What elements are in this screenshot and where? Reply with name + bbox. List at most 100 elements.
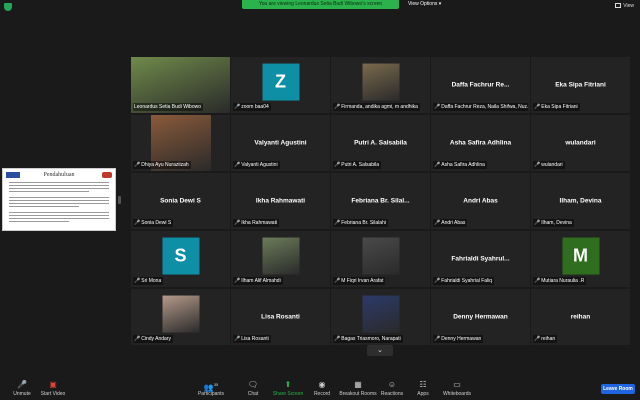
participant-display-name: Asha Safira Adhlina — [449, 139, 512, 147]
participant-name-label: 🎤Bagas Triasmoro, Narapati — [333, 335, 403, 343]
participant-name-label: 🎤Ilham Alif Almahdi — [233, 277, 283, 285]
mic-off-icon: 🎤 — [434, 162, 441, 168]
participant-name-label: 🎤Cindy Andary — [133, 335, 173, 343]
meeting-toolbar: 🎤 Unmute ▣ Start Video 👥35 Participants … — [0, 378, 640, 400]
participant-name-label: 🎤Putri A. Salsabila — [333, 161, 382, 169]
participant-tile[interactable]: Sonia Dewi S 🎤Sonia Dewi S — [131, 173, 230, 229]
participant-tile[interactable]: 🎤Firmanda, andika agmi, m andhika — [331, 57, 430, 113]
mic-off-icon: 🎤 — [534, 162, 541, 168]
participant-tile[interactable]: Ilham, Devina 🎤Ilham, Devina — [531, 173, 630, 229]
participant-label-text: Asha Safira Adhlina — [441, 162, 485, 168]
shared-screen-thumbnail[interactable]: Pendahuluan — [2, 168, 116, 231]
participant-name-label: 🎤Eka Sipa Fitriani — [533, 103, 580, 111]
whiteboards-button[interactable]: ▭ Whiteboards — [435, 380, 479, 398]
participant-name-label: 🎤Valyanti Agustini — [233, 161, 280, 169]
participant-label-text: M Fiqri Irvan Arafat — [341, 278, 384, 284]
mic-off-icon: 🎤 — [234, 162, 241, 168]
participant-label-text: Dhiya Ayu Nuraziizah — [141, 162, 189, 168]
slide-text-block — [9, 182, 109, 224]
view-button[interactable]: View — [615, 2, 634, 11]
participant-photo — [362, 237, 399, 275]
start-video-button[interactable]: ▣ Start Video — [31, 380, 75, 398]
participant-name-label: 🎤Firmanda, andika agmi, m andhika — [333, 103, 420, 111]
participant-tile[interactable]: Fahrialdi Syahrul... 🎤Fahrialdi Syahrial … — [431, 231, 530, 287]
participant-name-label: 🎤Fahrialdi Syahrial Faliq — [433, 277, 495, 285]
participant-photo — [362, 295, 399, 333]
participant-display-name: Ikha Rahmawati — [255, 197, 306, 205]
participant-label-text: Eka Sipa Fitriani — [541, 104, 578, 110]
participant-label-text: Fahrialdi Syahrial Faliq — [441, 278, 493, 284]
participant-tile[interactable]: Z 🎤zoom baa04 — [231, 57, 330, 113]
participant-label-text: Denny Hermawan — [441, 336, 482, 342]
leave-room-button[interactable]: Leave Room — [601, 384, 635, 394]
participant-label-text: Daffa Fachrur Reza, Naila Shifwa, Nuz... — [441, 104, 528, 110]
panel-resize-handle[interactable] — [118, 196, 121, 204]
participant-tile[interactable]: 🎤Dhiya Ayu Nuraziizah — [131, 115, 230, 171]
participant-name-label: 🎤Lisa Rosanti — [233, 335, 271, 343]
mic-off-icon: 🎤 — [134, 336, 141, 342]
participant-name-label: 🎤Sonia Dewi S — [133, 219, 174, 227]
participant-tile[interactable]: M 🎤Mutiara Nuraulia .R — [531, 231, 630, 287]
participant-tile[interactable]: Denny Hermawan 🎤Denny Hermawan — [431, 289, 530, 345]
participant-display-name: Daffa Fachrur Re... — [451, 81, 510, 89]
participant-tile[interactable]: 🎤M Fiqri Irvan Arafat — [331, 231, 430, 287]
participant-tile[interactable]: Leonardus Setia Budi Wibowo — [131, 57, 230, 113]
view-options-button[interactable]: View Options ▾ — [408, 0, 441, 9]
participant-name-label: 🎤Ilham, Devina — [533, 219, 574, 227]
shield-icon[interactable] — [4, 3, 12, 11]
participant-tile[interactable]: 🎤Cindy Andary — [131, 289, 230, 345]
participant-display-name: Eka Sipa Fitriani — [555, 81, 606, 89]
participant-label-text: Valyanti Agustini — [241, 162, 278, 168]
participant-name-label: 🎤wulandari — [533, 161, 565, 169]
mic-off-icon: 🎤 — [334, 220, 341, 226]
participant-tile[interactable]: Asha Safira Adhlina 🎤Asha Safira Adhlina — [431, 115, 530, 171]
participant-name-label: 🎤M Fiqri Irvan Arafat — [333, 277, 386, 285]
participants-button[interactable]: 👥35 Participants — [189, 380, 233, 398]
avatar: M — [562, 237, 599, 275]
participant-name-label: 🎤Mutiara Nuraulia .R — [533, 277, 587, 285]
mic-off-icon: 🎤 — [434, 220, 441, 226]
participant-label-text: Mutiara Nuraulia .R — [541, 278, 585, 284]
people-icon: 👥35 — [203, 382, 219, 392]
whiteboard-icon: ▭ — [453, 380, 461, 389]
participant-tile[interactable]: wulandari 🎤wulandari — [531, 115, 630, 171]
avatar: Z — [262, 63, 299, 101]
participant-tile[interactable]: Febriana Br. Silal... 🎤Febriana Br. Silal… — [331, 173, 430, 229]
mic-off-icon: 🎤 — [534, 336, 541, 342]
participant-display-name: Denny Hermawan — [453, 313, 508, 321]
mic-off-icon: 🎤 — [134, 162, 141, 168]
participant-display-name: Putri A. Salsabila — [354, 139, 407, 147]
participant-name-label: 🎤zoom baa04 — [233, 103, 271, 111]
participant-tile[interactable]: reihan 🎤reihan — [531, 289, 630, 345]
participant-name-label: 🎤Sri Mona — [133, 277, 164, 285]
participant-tile[interactable]: S 🎤Sri Mona — [131, 231, 230, 287]
participant-label-text: zoom baa04 — [241, 104, 269, 110]
participant-name-label: 🎤Febriana Br. Silalahi — [333, 219, 388, 227]
participant-name-label: 🎤Dhiya Ayu Nuraziizah — [133, 161, 191, 169]
participant-tile[interactable]: Putri A. Salsabila 🎤Putri A. Salsabila — [331, 115, 430, 171]
mic-off-icon: 🎤 — [534, 220, 541, 226]
chevron-down-icon[interactable]: ⌄ — [367, 345, 393, 356]
participant-name-label: Leonardus Setia Budi Wibowo — [133, 103, 203, 111]
participant-tile[interactable]: Ikha Rahmawati 🎤Ikha Rahmawati — [231, 173, 330, 229]
mic-off-icon: 🎤 — [534, 104, 541, 110]
participant-tile[interactable]: 🎤Bagas Triasmoro, Narapati — [331, 289, 430, 345]
mic-off-icon: 🎤 — [334, 336, 341, 342]
participant-label-text: Febriana Br. Silalahi — [341, 220, 386, 226]
participant-tile[interactable]: Valyanti Agustini 🎤Valyanti Agustini — [231, 115, 330, 171]
mic-off-icon: 🎤 — [434, 104, 441, 110]
participant-tile[interactable]: Andri Abas 🎤Andri Abas — [431, 173, 530, 229]
participant-label-text: Putri A. Salsabila — [341, 162, 380, 168]
mic-off-icon: 🎤 — [334, 104, 341, 110]
mic-off-icon: 🎤 — [234, 278, 241, 284]
participant-display-name: Sonia Dewi S — [160, 197, 201, 205]
participant-tile[interactable]: Eka Sipa Fitriani 🎤Eka Sipa Fitriani — [531, 57, 630, 113]
participant-display-name: Andri Abas — [463, 197, 498, 205]
participant-photo — [262, 237, 299, 275]
participant-display-name: Valyanti Agustini — [254, 139, 307, 147]
participant-tile[interactable]: 🎤Ilham Alif Almahdi — [231, 231, 330, 287]
participant-photo — [362, 63, 399, 101]
participant-tile[interactable]: Daffa Fachrur Re... 🎤Daffa Fachrur Reza, … — [431, 57, 530, 113]
participant-tile[interactable]: Lisa Rosanti 🎤Lisa Rosanti — [231, 289, 330, 345]
participant-label-text: Bagas Triasmoro, Narapati — [341, 336, 401, 342]
